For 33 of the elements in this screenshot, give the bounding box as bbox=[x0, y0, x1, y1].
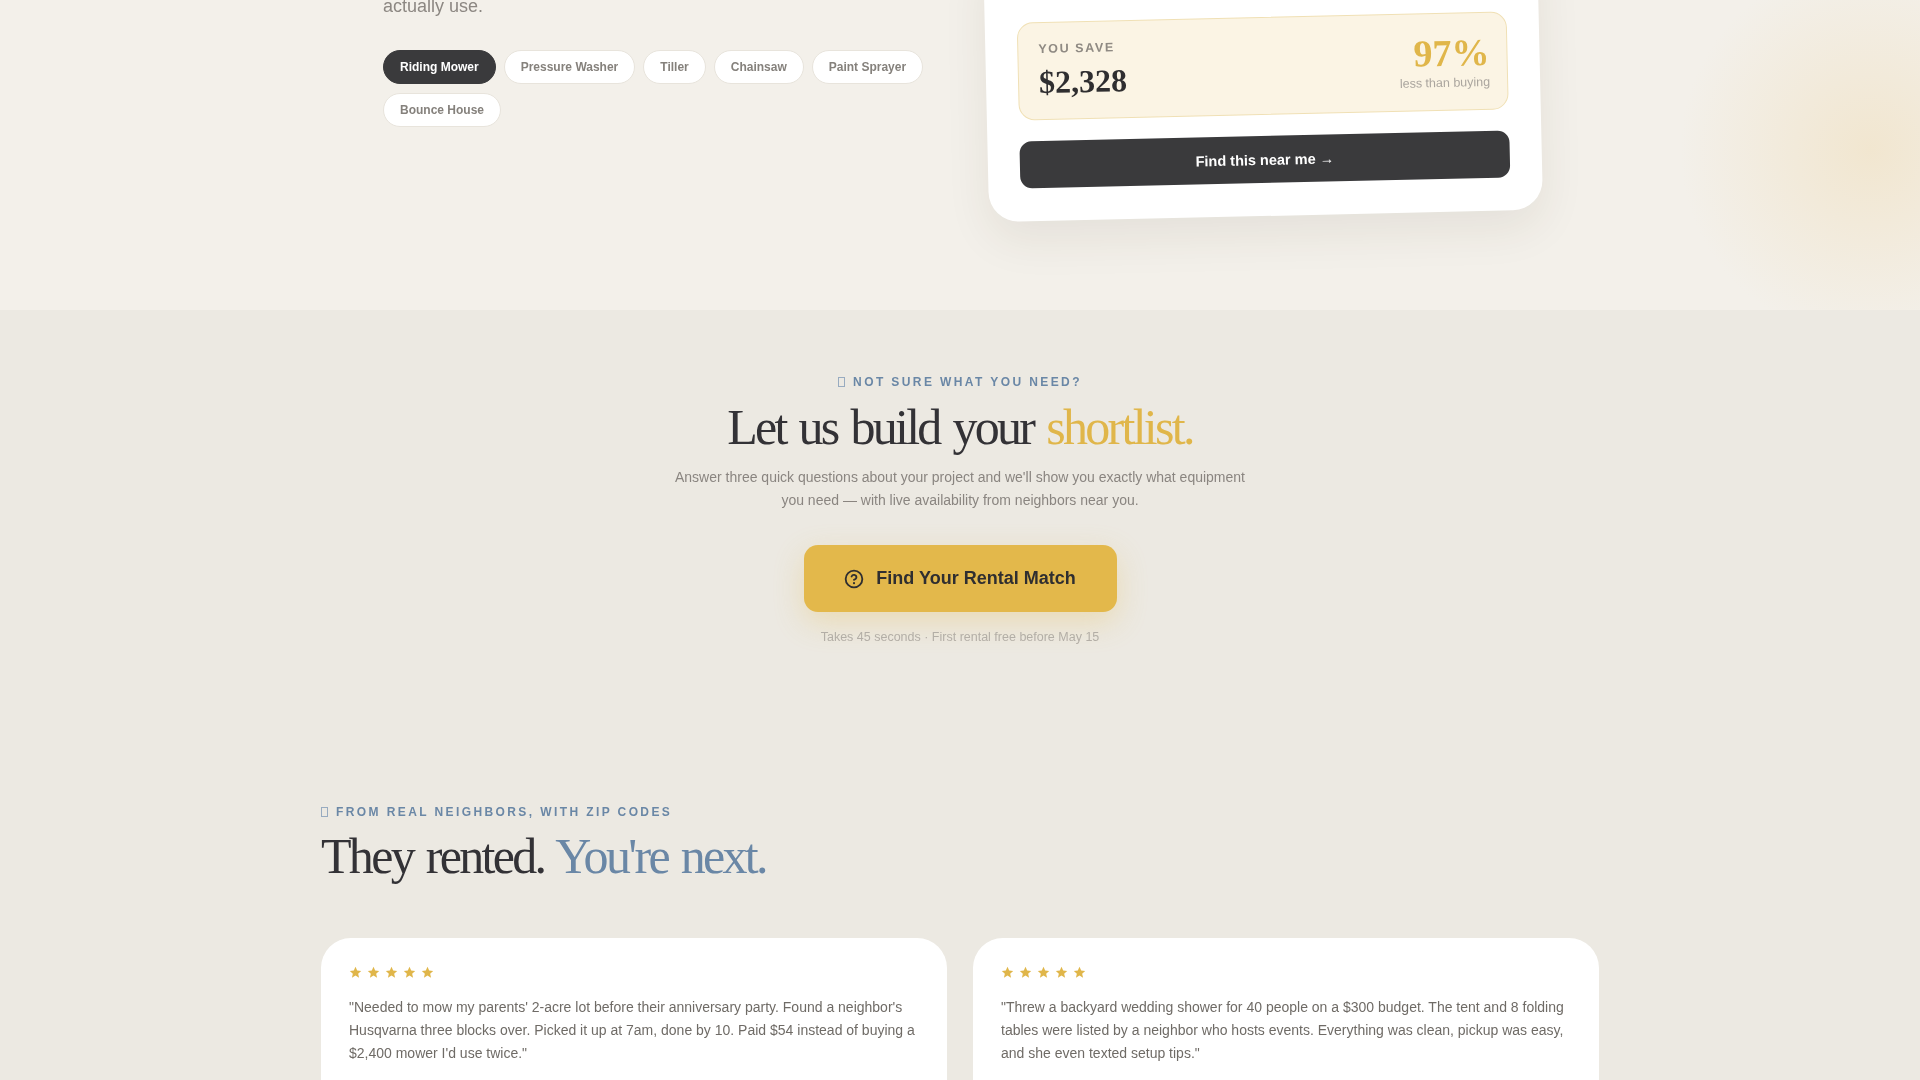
section-heading: Let us build your shortlist. bbox=[727, 400, 1193, 455]
equipment-chip[interactable]: Riding Mower bbox=[383, 50, 496, 84]
section-heading: They rented. You're next. bbox=[321, 829, 766, 884]
testimonial-quote: "Threw a backyard wedding shower for 40 people on a $300 budget. The tent and 8 folding tables were listed by a neighbor who hosts events. Everything was clean, pickup was easy, and she even texted setup tips." bbox=[1001, 998, 1565, 1063]
savings-percent: 97% bbox=[1413, 32, 1490, 73]
section-eyebrow: FROM REAL NEIGHBORS, WITH ZIP CODES bbox=[336, 804, 673, 820]
equipment-chip[interactable]: Pressure Washer bbox=[503, 50, 636, 84]
star-icon bbox=[349, 966, 362, 979]
savings-amount: $2,328 bbox=[1038, 62, 1128, 101]
star-icon bbox=[367, 966, 380, 979]
section-eyebrow: NOT SURE WHAT YOU NEED? bbox=[853, 374, 1082, 390]
rental-match-button[interactable]: Find Your Rental Match bbox=[803, 545, 1117, 612]
equipment-chip[interactable]: Bounce House bbox=[383, 93, 501, 127]
cta-note: Takes 45 seconds · First rental free before May 15 bbox=[820, 629, 1100, 645]
star-icon bbox=[421, 966, 434, 979]
star-icon bbox=[1055, 966, 1068, 979]
section-description: Answer three quick questions about your project and we'll show you exactly what equipment you need — with live availability from neighbors near you. bbox=[674, 468, 1246, 510]
glyph-box-icon bbox=[838, 377, 846, 387]
equipment-chip[interactable]: Paint Sprayer bbox=[811, 50, 924, 84]
equipment-chip[interactable]: Tiller bbox=[643, 50, 706, 84]
equipment-chip[interactable]: Chainsaw bbox=[713, 50, 804, 84]
savings-label: YOU SAVE bbox=[1038, 40, 1116, 58]
star-icon bbox=[1073, 966, 1086, 979]
question-circle-icon bbox=[844, 568, 865, 589]
star-icon bbox=[385, 966, 398, 979]
find-near-me-button[interactable]: Find this near me → bbox=[1019, 130, 1511, 189]
star-icon bbox=[403, 966, 416, 979]
star-icon bbox=[1001, 966, 1014, 979]
savings-note: less than buying bbox=[1399, 74, 1491, 92]
star-icon bbox=[1019, 966, 1032, 979]
star-icon bbox=[1037, 966, 1050, 979]
glyph-box-icon bbox=[321, 807, 328, 817]
testimonial-quote: "Needed to mow my parents' 2-acre lot before their anniversary party. Found a neighbor's Husqvarna three blocks over. Picked it up at 7am, done by 10. Paid $54 instead of buying a $2,400 mower I'd use twice." bbox=[349, 998, 916, 1063]
